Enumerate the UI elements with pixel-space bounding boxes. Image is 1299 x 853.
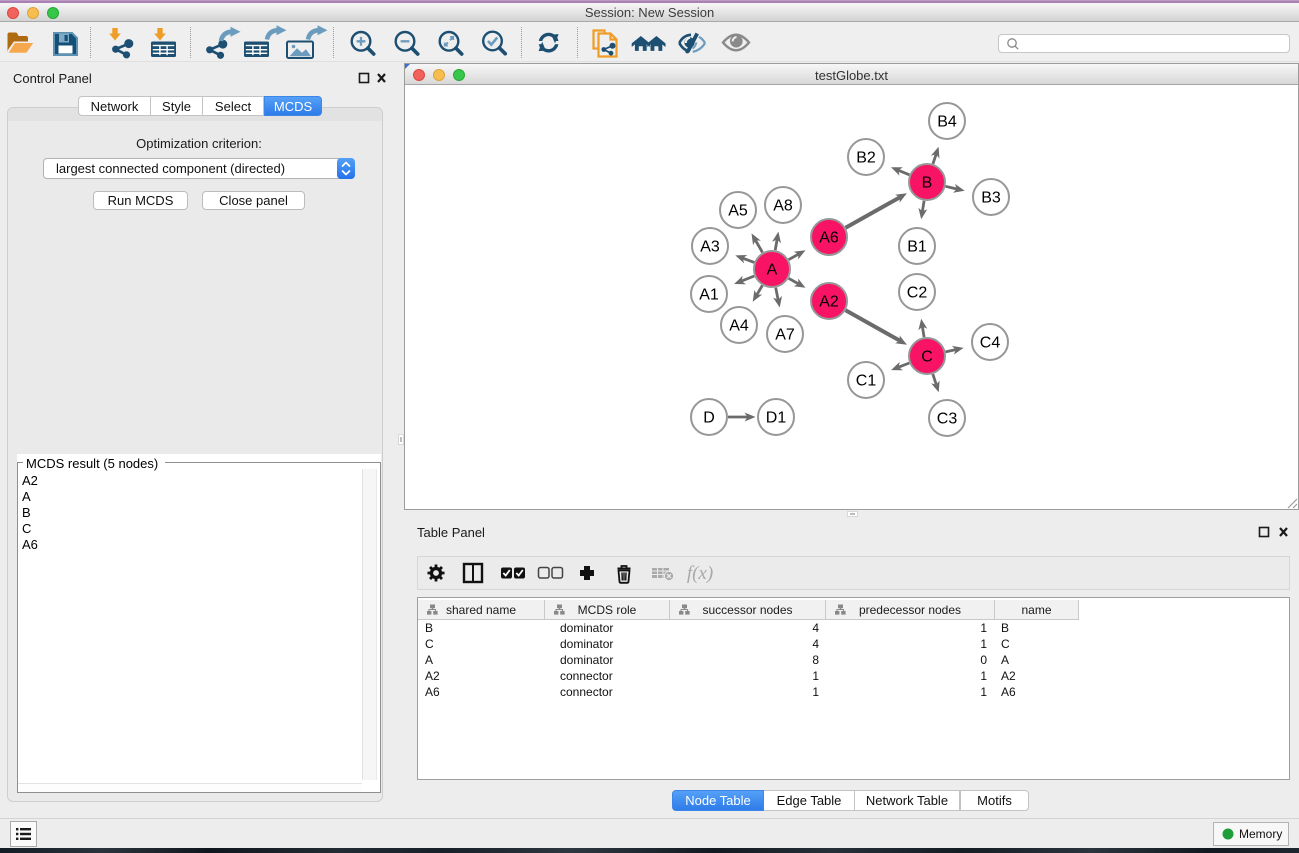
svg-text:A2: A2	[819, 294, 839, 311]
svg-text:C4: C4	[980, 335, 1001, 352]
svg-text:A7: A7	[775, 327, 795, 344]
svg-text:B: B	[922, 175, 933, 192]
svg-text:A3: A3	[700, 239, 720, 256]
svg-text:C1: C1	[856, 373, 877, 390]
svg-text:Memory: Memory	[1239, 827, 1282, 841]
svg-text:A6: A6	[819, 230, 839, 247]
svg-text:A4: A4	[729, 318, 749, 335]
svg-text:C3: C3	[937, 411, 958, 428]
svg-text:A1: A1	[699, 287, 719, 304]
svg-text:B4: B4	[937, 114, 957, 131]
svg-text:D1: D1	[766, 410, 787, 427]
svg-text:C2: C2	[907, 285, 928, 302]
svg-text:C: C	[921, 349, 933, 366]
svg-text:B2: B2	[856, 150, 876, 167]
svg-text:D: D	[703, 410, 715, 427]
svg-text:A5: A5	[728, 203, 748, 220]
svg-text:A8: A8	[773, 198, 793, 215]
svg-text:A: A	[767, 262, 778, 279]
svg-text:B3: B3	[981, 190, 1001, 207]
svg-text:f(x): f(x)	[687, 563, 713, 584]
svg-text:B1: B1	[907, 239, 927, 256]
